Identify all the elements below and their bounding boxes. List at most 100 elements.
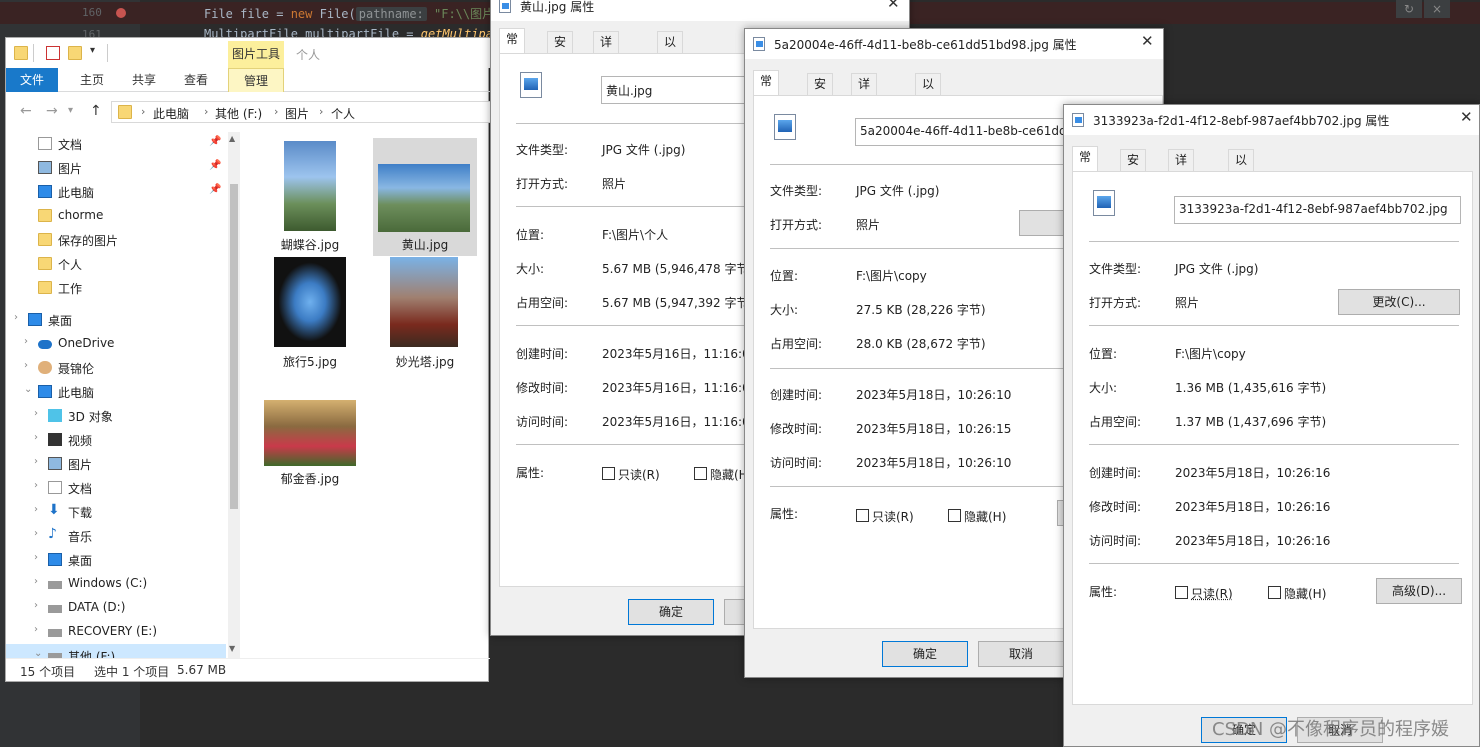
sidebar-item-drive-f[interactable]: ⌄ 其他 (F:) [6,644,226,658]
chevron-down-icon[interactable]: ⌄ [24,384,32,395]
up-arrow-icon[interactable]: ↑ [90,103,102,119]
chevron-right-icon[interactable]: › [34,576,38,587]
sidebar-item-downloads[interactable]: › ⬇ 下载 [6,500,226,524]
readonly-checkbox[interactable] [1175,586,1188,599]
tab-previous-versions[interactable]: 以前的版本 [1228,149,1255,251]
chevron-up-icon[interactable]: ▲ [229,134,235,143]
sidebar-item-this-pc[interactable]: 此电脑 📌 [6,180,226,204]
tab-file[interactable]: 文件 [6,68,58,92]
chevron-down-icon[interactable]: ▼ [229,644,235,653]
tab-security[interactable]: 安全 [807,73,834,112]
breakpoint-icon[interactable] [116,8,126,18]
chevron-right-icon[interactable]: › [34,480,38,491]
tab-general[interactable]: 常规 [1072,146,1099,185]
sidebar-item-drive-e[interactable]: › RECOVERY (E:) [6,620,226,644]
chevron-right-icon[interactable]: › [34,600,38,611]
sidebar-item-desktop[interactable]: › 桌面 [6,548,226,572]
file-thumbnail[interactable]: 黄山.jpg [373,138,477,256]
readonly-checkbox[interactable] [602,467,615,480]
new-folder-icon[interactable] [68,46,82,60]
sidebar-item-drive-d[interactable]: › DATA (D:) [6,596,226,620]
sidebar-item-3d-objects[interactable]: › 3D 对象 [6,404,226,428]
breadcrumb-item[interactable]: 此电脑 [153,105,189,122]
tab-general[interactable]: 常规 [753,70,780,109]
chevron-right-icon[interactable]: › [24,360,28,371]
file-thumbnail[interactable]: 旅行5.jpg [258,257,362,375]
breadcrumb-item[interactable]: 其他 (F:) [215,105,262,122]
breadcrumb-item[interactable]: 个人 [331,105,355,122]
sidebar-item-videos[interactable]: › 视频 [6,428,226,452]
sidebar-item-documents[interactable]: › 文档 [6,476,226,500]
close-icon[interactable]: ✕ [887,0,900,12]
recent-dropdown-icon[interactable]: ▾ [68,105,73,116]
chevron-right-icon[interactable]: › [274,105,278,118]
sidebar-item-desktop[interactable]: › 桌面 [6,308,226,332]
cancel-button[interactable]: 取消 [978,641,1064,667]
chevron-right-icon[interactable]: › [141,105,145,118]
chevron-right-icon[interactable]: › [204,105,208,118]
tab-previous-versions[interactable]: 以前的版本 [657,31,684,133]
sidebar-item-personal[interactable]: 个人 [6,252,226,276]
hidden-checkbox[interactable] [1268,586,1281,599]
close-icon[interactable]: ✕ [1460,108,1473,126]
tab-home[interactable]: 主页 [66,68,118,92]
tab-share[interactable]: 共享 [118,68,170,92]
chevron-right-icon[interactable]: › [34,432,38,443]
chevron-right-icon[interactable]: › [34,408,38,419]
sidebar-item-documents[interactable]: 文档 📌 [6,132,226,156]
sidebar-item-pictures[interactable]: › 图片 [6,452,226,476]
pin-icon[interactable]: 📌 [209,136,221,147]
chevron-right-icon[interactable]: › [34,528,38,539]
sidebar-item-drive-c[interactable]: › Windows (C:) [6,572,226,596]
hidden-checkbox[interactable] [948,509,961,522]
tab-details[interactable]: 详细信息 [593,31,620,112]
chevron-right-icon[interactable]: › [34,552,38,563]
advanced-button[interactable]: 高级(D)... [1376,578,1462,604]
file-thumbnail[interactable]: 妙光塔.jpg [373,257,477,375]
customize-dropdown-icon[interactable]: ▾ [90,45,95,56]
chevron-down-icon[interactable]: ⌄ [34,648,42,658]
chevron-right-icon[interactable]: › [24,336,28,347]
pin-icon[interactable]: 📌 [209,184,221,195]
tab-details[interactable]: 详细信息 [851,73,878,154]
readonly-checkbox[interactable] [856,509,869,522]
tab-general[interactable]: 常规 [499,28,526,67]
back-arrow-icon[interactable]: ← [20,103,32,119]
ok-button[interactable]: 确定 [882,641,968,667]
pin-icon[interactable]: 📌 [209,160,221,171]
sidebar-item-music[interactable]: › ♪ 音乐 [6,524,226,548]
navigation-scrollbar[interactable]: ▲ ▼ [228,132,240,658]
filename-field[interactable]: 3133923a-f2d1-4f12-8ebf-987aef4bb702.jpg [1174,196,1461,224]
sidebar-item-work[interactable]: 工作 [6,276,226,300]
ok-button[interactable]: 确定 [628,599,714,625]
sidebar-item-chorme[interactable]: chorme [6,204,226,228]
close-icon[interactable]: × [1424,0,1450,18]
file-thumbnail[interactable]: 蝴蝶谷.jpg [258,138,362,256]
chevron-right-icon[interactable]: › [34,456,38,467]
ide-toolbar-icon[interactable]: ↻ [1396,0,1422,18]
chevron-right-icon[interactable]: › [14,312,18,323]
sidebar-item-saved-pictures[interactable]: 保存的图片 [6,228,226,252]
tab-view[interactable]: 查看 [170,68,222,92]
file-thumbnail[interactable]: 郁金香.jpg [258,396,362,514]
scroll-thumb[interactable] [230,184,238,509]
change-button[interactable]: 更改(C)... [1338,289,1460,315]
tab-manage[interactable]: 管理 [228,68,284,92]
address-bar[interactable]: › 此电脑 › 其他 (F:) › 图片 › 个人 [111,101,491,123]
tab-security[interactable]: 安全 [1120,149,1147,188]
sidebar-item-this-pc[interactable]: ⌄ 此电脑 [6,380,226,404]
tab-security[interactable]: 安全 [547,31,574,70]
forward-arrow-icon[interactable]: → [46,103,58,119]
chevron-right-icon[interactable]: › [34,624,38,635]
breadcrumb-item[interactable]: 图片 [285,105,309,122]
sidebar-item-pictures[interactable]: 图片 📌 [6,156,226,180]
chevron-right-icon[interactable]: › [319,105,323,118]
hidden-checkbox[interactable] [694,467,707,480]
close-icon[interactable]: ✕ [1141,32,1154,50]
chevron-right-icon[interactable]: › [34,504,38,515]
sidebar-item-user[interactable]: › 聂锦伦 [6,356,226,380]
sidebar-item-onedrive[interactable]: › OneDrive [6,332,226,356]
properties-icon[interactable] [46,46,60,60]
tab-previous-versions[interactable]: 以前的版本 [915,73,942,175]
tab-details[interactable]: 详细信息 [1168,149,1195,230]
